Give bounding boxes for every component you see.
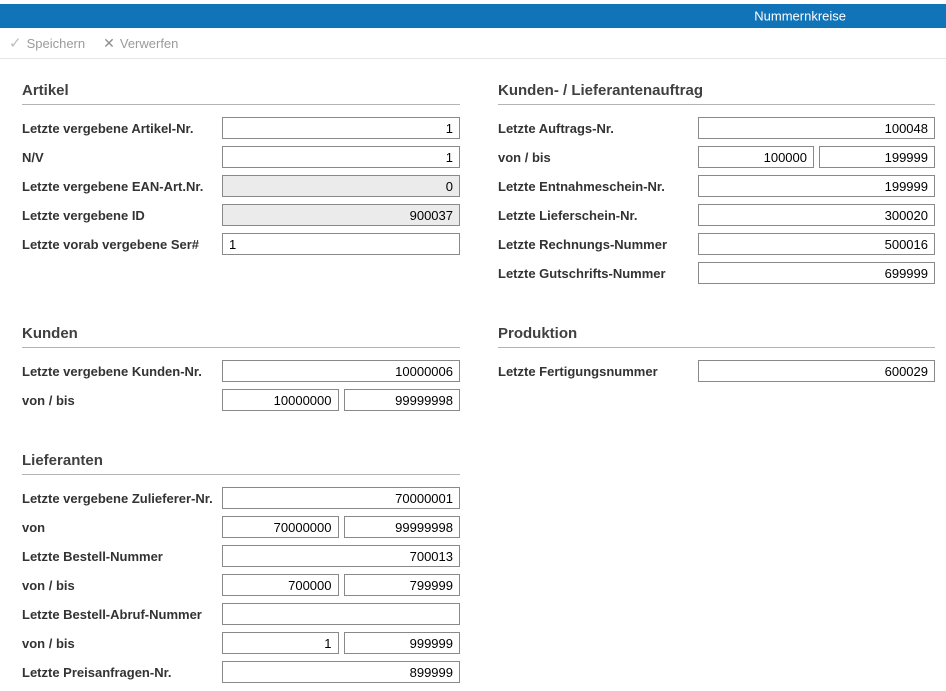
check-icon: ✓ bbox=[9, 36, 22, 51]
section-title: Kunden bbox=[22, 326, 460, 348]
auftrag-von-input[interactable] bbox=[698, 146, 814, 168]
field-label: Letzte Preisanfragen-Nr. bbox=[22, 665, 222, 680]
save-button[interactable]: ✓ Speichern bbox=[9, 36, 85, 51]
field-label: Letzte Fertigungsnummer bbox=[498, 364, 698, 379]
field-label: von / bis bbox=[498, 150, 698, 165]
form-row: Letzte vergebene EAN-Art.Nr. bbox=[22, 175, 460, 197]
discard-button-label: Verwerfen bbox=[120, 36, 179, 51]
field-label: von / bis bbox=[22, 393, 222, 408]
form-row: von bbox=[22, 516, 460, 538]
letzte-gutschrifts-nummer-input[interactable] bbox=[698, 262, 935, 284]
section-title: Artikel bbox=[22, 83, 460, 105]
range-inputs bbox=[698, 146, 935, 168]
field-label: Letzte vorab vergebene Ser# bbox=[22, 237, 222, 252]
field-label: N/V bbox=[22, 150, 222, 165]
letzte-artikel-nr-input[interactable] bbox=[222, 117, 460, 139]
section-title: Kunden- / Lieferantenauftrag bbox=[498, 83, 935, 105]
letzte-id-input bbox=[222, 204, 460, 226]
field-label: Letzte Entnahmeschein-Nr. bbox=[498, 179, 698, 194]
field-label: Letzte vergebene Kunden-Nr. bbox=[22, 364, 222, 379]
section-title: Produktion bbox=[498, 326, 935, 348]
abruf-bis-input[interactable] bbox=[344, 632, 461, 654]
letzte-bestell-abruf-nummer-input[interactable] bbox=[222, 603, 460, 625]
field-label: von / bis bbox=[22, 578, 222, 593]
letzte-lieferschein-nr-input[interactable] bbox=[698, 204, 935, 226]
form-row: Letzte Fertigungsnummer bbox=[498, 360, 935, 382]
form-row: Letzte Bestell-Nummer bbox=[22, 545, 460, 567]
field-label: Letzte Bestell-Abruf-Nummer bbox=[22, 607, 222, 622]
field-label: Letzte Bestell-Nummer bbox=[22, 549, 222, 564]
letzte-bestell-nummer-input[interactable] bbox=[222, 545, 460, 567]
form-row: Letzte Bestell-Abruf-Nummer bbox=[22, 603, 460, 625]
nv-input[interactable] bbox=[222, 146, 460, 168]
form-row: Letzte vergebene Kunden-Nr. bbox=[22, 360, 460, 382]
bestell-von-input[interactable] bbox=[222, 574, 339, 596]
letzte-ean-art-nr-input bbox=[222, 175, 460, 197]
form-row: Letzte Lieferschein-Nr. bbox=[498, 204, 935, 226]
range-inputs bbox=[222, 574, 460, 596]
field-label: Letzte Rechnungs-Nummer bbox=[498, 237, 698, 252]
form-row: Letzte vergebene Artikel-Nr. bbox=[22, 117, 460, 139]
letzte-ser-input[interactable] bbox=[222, 233, 460, 255]
form-row: N/V bbox=[22, 146, 460, 168]
kunden-bis-input[interactable] bbox=[344, 389, 461, 411]
field-label: Letzte vergebene Artikel-Nr. bbox=[22, 121, 222, 136]
section-lieferanten: Lieferanten Letzte vergebene Zulieferer-… bbox=[22, 453, 460, 683]
letzte-rechnungs-nummer-input[interactable] bbox=[698, 233, 935, 255]
form-row: Letzte vergebene ID bbox=[22, 204, 460, 226]
field-label: Letzte Auftrags-Nr. bbox=[498, 121, 698, 136]
form-row: Letzte Auftrags-Nr. bbox=[498, 117, 935, 139]
letzte-fertigungsnummer-input[interactable] bbox=[698, 360, 935, 382]
letzte-preisanfragen-nr-input[interactable] bbox=[222, 661, 460, 683]
form-row: von / bis bbox=[22, 389, 460, 411]
range-inputs bbox=[222, 632, 460, 654]
field-label: Letzte vergebene EAN-Art.Nr. bbox=[22, 179, 222, 194]
page-title: Nummernkreise bbox=[754, 9, 846, 24]
field-label: Letzte Lieferschein-Nr. bbox=[498, 208, 698, 223]
range-inputs bbox=[222, 516, 460, 538]
section-auftrag: Kunden- / Lieferantenauftrag Letzte Auft… bbox=[498, 83, 935, 284]
form-row: von / bis bbox=[498, 146, 935, 168]
save-button-label: Speichern bbox=[27, 36, 86, 51]
field-label: von bbox=[22, 520, 222, 535]
zulieferer-von-input[interactable] bbox=[222, 516, 339, 538]
x-icon: ✕ bbox=[103, 36, 115, 50]
auftrag-bis-input[interactable] bbox=[819, 146, 935, 168]
title-bar: Nummernkreise bbox=[0, 4, 946, 28]
form-row: Letzte Entnahmeschein-Nr. bbox=[498, 175, 935, 197]
section-produktion: Produktion Letzte Fertigungsnummer bbox=[498, 326, 935, 382]
form-row: Letzte vorab vergebene Ser# bbox=[22, 233, 460, 255]
section-kunden: Kunden Letzte vergebene Kunden-Nr. von /… bbox=[22, 326, 460, 411]
range-inputs bbox=[222, 389, 460, 411]
form-row: Letzte Preisanfragen-Nr. bbox=[22, 661, 460, 683]
field-label: Letzte vergebene Zulieferer-Nr. bbox=[22, 491, 222, 506]
field-label: Letzte Gutschrifts-Nummer bbox=[498, 266, 698, 281]
letzte-zulieferer-nr-input[interactable] bbox=[222, 487, 460, 509]
form-row: Letzte Rechnungs-Nummer bbox=[498, 233, 935, 255]
discard-button[interactable]: ✕ Verwerfen bbox=[103, 36, 178, 51]
kunden-von-input[interactable] bbox=[222, 389, 339, 411]
form-content: Artikel Letzte vergebene Artikel-Nr. N/V… bbox=[0, 59, 946, 683]
letzte-auftrags-nr-input[interactable] bbox=[698, 117, 935, 139]
form-row: von / bis bbox=[22, 632, 460, 654]
form-row: Letzte vergebene Zulieferer-Nr. bbox=[22, 487, 460, 509]
section-title: Lieferanten bbox=[22, 453, 460, 475]
zulieferer-bis-input[interactable] bbox=[344, 516, 461, 538]
abruf-von-input[interactable] bbox=[222, 632, 339, 654]
field-label: Letzte vergebene ID bbox=[22, 208, 222, 223]
letzte-kunden-nr-input[interactable] bbox=[222, 360, 460, 382]
field-label: von / bis bbox=[22, 636, 222, 651]
bestell-bis-input[interactable] bbox=[344, 574, 461, 596]
form-row: Letzte Gutschrifts-Nummer bbox=[498, 262, 935, 284]
section-artikel: Artikel Letzte vergebene Artikel-Nr. N/V… bbox=[22, 83, 460, 255]
letzte-entnahmeschein-nr-input[interactable] bbox=[698, 175, 935, 197]
form-row: von / bis bbox=[22, 574, 460, 596]
toolbar: ✓ Speichern ✕ Verwerfen bbox=[0, 28, 946, 59]
